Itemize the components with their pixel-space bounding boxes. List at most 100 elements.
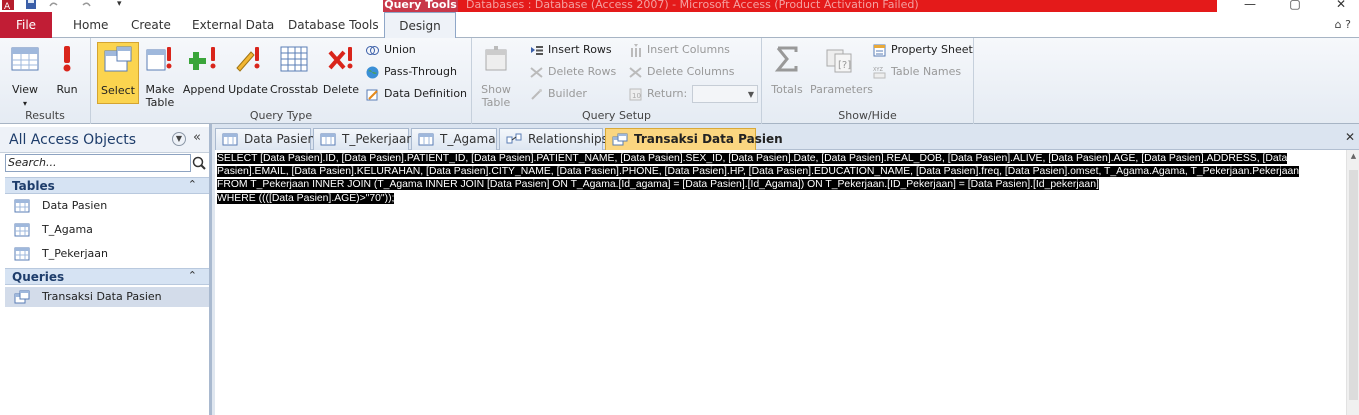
append-button[interactable]: Append xyxy=(182,42,226,104)
tab-home[interactable]: Home xyxy=(73,12,108,38)
data-definition-icon xyxy=(366,89,378,101)
doc-tab-label: T_Pekerjaan xyxy=(342,132,415,146)
delete-columns-icon xyxy=(629,67,642,78)
parameters-icon: [?] xyxy=(826,49,852,73)
builder-label: Builder xyxy=(548,87,587,100)
search-icon[interactable] xyxy=(191,154,207,172)
table-names-icon: XYZ xyxy=(873,67,886,79)
run-label: Run xyxy=(56,83,78,96)
view-button[interactable]: View ▾ xyxy=(4,42,46,108)
doc-tab-t-pekerjaan[interactable]: T_Pekerjaan xyxy=(313,128,414,150)
nav-pane-title: All Access Objects xyxy=(9,132,137,148)
nav-pane-header[interactable]: All Access Objects ▼ « xyxy=(0,127,209,153)
maximize-button[interactable]: ▢ xyxy=(1284,0,1306,12)
tables-section-header[interactable]: Tables ⌃ xyxy=(5,177,209,194)
doc-tab-data-pasien[interactable]: Data Pasien xyxy=(215,128,315,150)
union-button[interactable]: Union xyxy=(366,41,416,59)
totals-button[interactable]: Totals xyxy=(768,42,806,104)
sql-line-text: SELECT [Data Pasien].ID, [Data Pasien].P… xyxy=(217,153,1288,164)
shutter-bar-close-icon[interactable]: « xyxy=(193,130,201,145)
insert-columns-label: Insert Columns xyxy=(647,43,730,56)
table-icon xyxy=(320,133,336,146)
nav-item-label: Data Pasien xyxy=(42,199,108,212)
show-table-button[interactable]: Show Table xyxy=(476,42,516,109)
qat-customize-icon[interactable]: ▾ xyxy=(117,0,122,9)
doc-tab-transaksi-data-pasien[interactable]: Transaksi Data Pasien xyxy=(605,128,783,150)
ribbon: View ▾ Run Results Select Make Table Appe… xyxy=(0,38,1359,124)
nav-item-transaksi-data-pasien[interactable]: Transaksi Data Pasien xyxy=(5,287,209,307)
delete-columns-button[interactable]: Delete Columns xyxy=(629,63,735,81)
parameters-button[interactable]: [?] Parameters xyxy=(810,42,873,104)
navigation-pane: All Access Objects ▼ « Search... Tables … xyxy=(0,124,212,415)
append-icon xyxy=(188,47,216,70)
nav-item-label: Transaksi Data Pasien xyxy=(42,290,162,303)
tab-create[interactable]: Create xyxy=(131,12,171,38)
document-tabs: Data Pasien T_Pekerjaan T_Agama Relation… xyxy=(215,124,1359,150)
doc-tab-relationships[interactable]: Relationships xyxy=(499,128,608,150)
delete-label: Delete xyxy=(322,83,360,96)
datasheet-view-icon xyxy=(11,47,39,71)
table-names-button[interactable]: XYZ Table Names xyxy=(873,63,961,81)
tab-database-tools[interactable]: Database Tools xyxy=(288,12,379,38)
table-icon xyxy=(14,247,30,261)
select-query-button[interactable]: Select xyxy=(97,42,139,104)
ribbon-tab-row: File Home Create External Data Database … xyxy=(0,12,1359,39)
sql-view-editor[interactable]: SELECT [Data Pasien].ID, [Data Pasien].P… xyxy=(215,150,1359,415)
nav-item-data-pasien[interactable]: Data Pasien xyxy=(14,196,107,216)
undo-icon[interactable] xyxy=(48,0,58,9)
sql-line-text: Pasien].EMAIL, [Data Pasien].KELURAHAN, … xyxy=(217,166,1300,178)
nav-item-t-pekerjaan[interactable]: T_Pekerjaan xyxy=(14,244,108,264)
insert-columns-button[interactable]: Insert Columns xyxy=(629,41,730,59)
minimize-button[interactable]: — xyxy=(1239,0,1261,12)
sql-line: SELECT [Data Pasien].ID, [Data Pasien].P… xyxy=(217,152,1345,165)
insert-rows-button[interactable]: Insert Rows xyxy=(530,41,612,59)
nav-menu-chevron-icon[interactable]: ▼ xyxy=(172,132,186,146)
run-button[interactable]: Run xyxy=(46,42,88,104)
pass-through-button[interactable]: Pass-Through xyxy=(366,63,457,81)
make-table-icon xyxy=(146,47,172,71)
save-icon[interactable] xyxy=(26,0,36,9)
nav-item-t-agama[interactable]: T_Agama xyxy=(14,220,93,240)
query-icon xyxy=(14,290,30,304)
crosstab-icon xyxy=(280,46,308,72)
doc-tab-label: T_Agama xyxy=(440,132,496,146)
data-definition-button[interactable]: Data Definition xyxy=(366,85,467,103)
nav-search-input[interactable]: Search... xyxy=(5,154,191,172)
query-tools-context-label: Query Tools xyxy=(383,0,458,12)
return-dropdown[interactable]: ▼ xyxy=(692,85,758,103)
queries-section-header[interactable]: Queries ⌃ xyxy=(5,268,209,285)
delete-rows-button[interactable]: Delete Rows xyxy=(530,63,616,81)
property-sheet-label: Property Sheet xyxy=(891,43,973,56)
scroll-up-icon[interactable]: ▲ xyxy=(1347,150,1359,163)
group-query-type: Select Make Table Append Update Crosstab… xyxy=(91,38,472,124)
table-icon xyxy=(14,199,30,213)
builder-button[interactable]: Builder xyxy=(530,85,587,103)
view-label: View xyxy=(11,83,39,96)
sql-text[interactable]: SELECT [Data Pasien].ID, [Data Pasien].P… xyxy=(217,152,1345,205)
tab-file[interactable]: File xyxy=(0,12,52,38)
totals-label: Totals xyxy=(771,83,803,96)
vertical-scrollbar[interactable]: ▲ xyxy=(1346,150,1359,415)
view-dropdown-icon: ▾ xyxy=(22,99,27,108)
delete-query-button[interactable]: Delete xyxy=(320,42,362,104)
property-sheet-button[interactable]: Property Sheet xyxy=(873,41,973,59)
group-query-type-label: Query Type xyxy=(249,109,313,122)
scrollbar-thumb[interactable] xyxy=(1349,170,1358,400)
close-document-icon[interactable]: ✕ xyxy=(1345,130,1355,144)
doc-tab-t-agama[interactable]: T_Agama xyxy=(411,128,497,150)
help-icon[interactable]: ⌂ ? xyxy=(1335,18,1351,31)
title-bar: A ▾ Query Tools Databases : Database (Ac… xyxy=(0,0,1359,12)
redo-icon[interactable] xyxy=(82,0,92,9)
builder-wand-icon xyxy=(531,89,542,100)
update-button[interactable]: Update xyxy=(227,42,269,104)
union-icon xyxy=(366,46,379,55)
group-show-hide: Totals [?] Parameters Property Sheet XYZ… xyxy=(762,38,974,124)
tab-design[interactable]: Design xyxy=(384,12,456,39)
make-table-button[interactable]: Make Table xyxy=(139,42,181,109)
window-title: Databases : Database (Access 2007) - Mic… xyxy=(458,0,1217,12)
return-label-wrap: 10 Return: xyxy=(629,85,687,103)
close-button[interactable]: ✕ xyxy=(1330,0,1352,12)
crosstab-button[interactable]: Crosstab xyxy=(270,42,318,104)
tab-external-data[interactable]: External Data xyxy=(192,12,274,38)
collapse-chevron-icon: ⌃ xyxy=(187,269,197,282)
